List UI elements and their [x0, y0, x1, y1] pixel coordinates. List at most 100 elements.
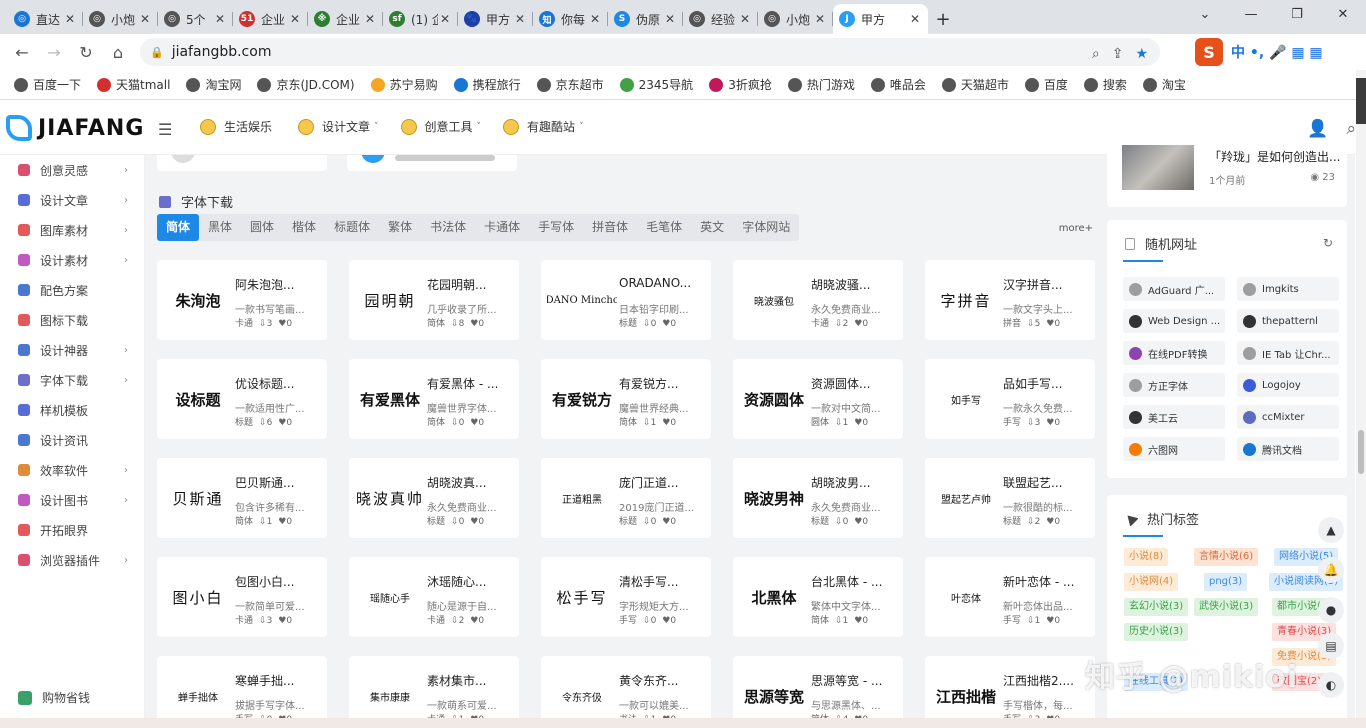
- bookmark-item[interactable]: 唯品会: [870, 76, 926, 93]
- page-scrollbar[interactable]: [1356, 70, 1366, 728]
- bookmark-star-icon[interactable]: ★: [1135, 46, 1148, 62]
- calendar-button[interactable]: ▤: [1318, 633, 1344, 659]
- nav-item[interactable]: 创意工具 ˅: [400, 118, 481, 135]
- font-title[interactable]: 联盟起艺...: [1003, 474, 1089, 491]
- font-category-tab[interactable]: 毛笔体: [637, 214, 691, 241]
- random-site-link[interactable]: 六图网: [1123, 437, 1225, 461]
- random-site-link[interactable]: 美工云: [1123, 405, 1225, 429]
- random-site-link[interactable]: Web Design ...: [1123, 309, 1225, 333]
- tab-close-icon[interactable]: ✕: [813, 12, 827, 26]
- font-card[interactable]: 晓波男神 胡晓波男... 永久免费商业... 标题 ⇩0 ♥0: [733, 458, 903, 538]
- hot-tag[interactable]: 小说(8): [1124, 548, 1169, 566]
- font-card[interactable]: 瑶随心手 沐瑶随心... 随心是源于自... 卡通 ⇩2 ♥0: [349, 557, 519, 637]
- menu-toggle-icon[interactable]: ☰: [158, 120, 172, 139]
- ime-toolbar[interactable]: 中 •, 🎤 ▦ ▦: [1231, 42, 1323, 62]
- theme-button[interactable]: ◐: [1318, 672, 1344, 698]
- font-card[interactable]: 晓波骚包 胡晓波骚... 永久免费商业... 卡通 ⇩2 ♥0: [733, 260, 903, 340]
- random-site-link[interactable]: AdGuard 广...: [1123, 277, 1225, 301]
- font-category-tab[interactable]: 拼音体: [583, 214, 637, 241]
- tab-close-icon[interactable]: ✕: [663, 12, 677, 26]
- font-card[interactable]: 设标题 优设标题... 一款适用性广... 标题 ⇩6 ♥0: [157, 359, 327, 439]
- browser-tab[interactable]: ◎ 直达 ✕: [8, 4, 83, 34]
- url-text[interactable]: jiafangbb.com: [172, 44, 272, 60]
- sidebar-item[interactable]: 创意灵感 ›: [0, 155, 144, 185]
- bookmark-item[interactable]: 百度一下: [14, 76, 81, 93]
- random-site-link[interactable]: 在线PDF转换: [1123, 341, 1225, 365]
- hot-tag[interactable]: 武侠小说(3): [1194, 598, 1259, 616]
- random-site-link[interactable]: ccMixter: [1237, 405, 1339, 429]
- restore-button[interactable]: ❐: [1274, 0, 1320, 30]
- font-category-tab[interactable]: 卡通体: [475, 214, 529, 241]
- browser-tab[interactable]: ◎ 经验 ✕: [683, 4, 758, 34]
- sidebar-item[interactable]: 图库素材 ›: [0, 215, 144, 245]
- hot-tag[interactable]: 玄幻小说(3): [1124, 598, 1189, 616]
- font-title[interactable]: 寒蝉手拙...: [235, 672, 321, 689]
- random-site-link[interactable]: 腾讯文档: [1237, 437, 1339, 461]
- font-title[interactable]: 胡晓波真...: [427, 474, 513, 491]
- browser-tab[interactable]: ※ 企业 ✕: [308, 4, 383, 34]
- bookmark-item[interactable]: 搜索: [1083, 76, 1127, 93]
- font-card[interactable]: 朱洵泡 阿朱泡泡... 一款书写笔画... 卡通 ⇩3 ♥0: [157, 260, 327, 340]
- font-title[interactable]: 思源等宽 - ...: [811, 672, 897, 689]
- hot-tag[interactable]: png(3): [1204, 573, 1248, 591]
- font-title[interactable]: 沐瑶随心...: [427, 573, 513, 590]
- recent-article[interactable]: 「羚珑」是如何创造出... 1个月前 ◉ 23: [1107, 145, 1347, 207]
- tab-close-icon[interactable]: ✕: [908, 12, 922, 26]
- font-card[interactable]: 盟起艺卢帅 联盟起艺... 一款很酷的标... 标题 ⇩2 ♥0: [925, 458, 1095, 538]
- browser-tab[interactable]: 知你每 ✕: [533, 4, 608, 34]
- font-title[interactable]: 素材集市...: [427, 672, 513, 689]
- font-category-tab[interactable]: 楷体: [283, 214, 325, 241]
- font-category-tab[interactable]: 简体: [157, 214, 200, 241]
- browser-tab[interactable]: ◎ 5个 ✕: [158, 4, 233, 34]
- font-title[interactable]: 巴贝斯通...: [235, 474, 321, 491]
- bookmark-item[interactable]: 百度: [1024, 76, 1068, 93]
- tab-close-icon[interactable]: ✕: [438, 12, 452, 26]
- share-icon[interactable]: ⇪: [1112, 46, 1124, 62]
- sogou-ime-icon[interactable]: S: [1195, 38, 1223, 66]
- home-button[interactable]: ⌂: [102, 43, 134, 62]
- font-card[interactable]: 如手写 品如手写... 一款永久免费... 手写 ⇩3 ♥0: [925, 359, 1095, 439]
- font-title[interactable]: 优设标题...: [235, 375, 321, 392]
- browser-tab[interactable]: 🐾 甲方 ✕: [458, 4, 533, 34]
- bookmark-item[interactable]: 携程旅行: [453, 76, 521, 93]
- font-title[interactable]: 清松手写...: [619, 573, 705, 590]
- bookmark-item[interactable]: 京东(JD.COM): [257, 76, 355, 93]
- font-category-tab[interactable]: 黑体: [199, 214, 241, 241]
- sidebar-item[interactable]: 样机模板: [0, 395, 144, 425]
- font-title[interactable]: 品如手写...: [1003, 375, 1089, 392]
- sidebar-item[interactable]: 开拓眼界: [0, 515, 144, 545]
- tab-search-icon[interactable]: ⌄: [1182, 0, 1228, 30]
- font-title[interactable]: 有爱锐方...: [619, 375, 705, 392]
- random-site-link[interactable]: 方正字体: [1123, 373, 1225, 397]
- bookmark-item[interactable]: 京东超市: [536, 76, 604, 93]
- nav-item[interactable]: 设计文章 ˅: [298, 118, 379, 135]
- font-card[interactable]: 园明朝 花园明朝... 几乎收录了所... 简体 ⇩8 ♥0: [349, 260, 519, 340]
- font-title[interactable]: 胡晓波骚...: [811, 276, 897, 293]
- sidebar-item[interactable]: 图标下载: [0, 305, 144, 335]
- sidebar-item[interactable]: 浏览器插件 ›: [0, 545, 144, 575]
- hot-tag[interactable]: 言情小说(6): [1194, 548, 1259, 566]
- font-category-tab[interactable]: 字体网站: [733, 214, 799, 241]
- font-title[interactable]: 黄令东齐...: [619, 672, 705, 689]
- font-category-tab[interactable]: 英文: [691, 214, 733, 241]
- browser-tab[interactable]: sf (1) 企 ✕: [383, 4, 458, 34]
- back-button[interactable]: ←: [6, 43, 38, 62]
- sidebar-item[interactable]: 字体下载 ›: [0, 365, 144, 395]
- tab-close-icon[interactable]: ✕: [738, 12, 752, 26]
- nav-item[interactable]: 有趣酷站 ˅: [503, 118, 584, 135]
- font-title[interactable]: 阿朱泡泡...: [235, 276, 321, 293]
- browser-tab[interactable]: ◎ 小炮 ✕: [83, 4, 158, 34]
- notification-button[interactable]: 🔔: [1318, 557, 1344, 583]
- font-title[interactable]: 台北黑体 - ...: [811, 573, 897, 590]
- font-card[interactable]: 图小白 包图小白... 一款简单可爱... 卡通 ⇩3 ♥0: [157, 557, 327, 637]
- bookmark-item[interactable]: 天猫tmall: [97, 76, 170, 93]
- hot-tag[interactable]: 历史小说(3): [1124, 623, 1189, 641]
- browser-tab[interactable]: ◎ 小炮 ✕: [758, 4, 833, 34]
- random-site-link[interactable]: IE Tab 让Chr...: [1237, 341, 1339, 365]
- font-title[interactable]: 花园明朝...: [427, 276, 513, 293]
- tab-close-icon[interactable]: ✕: [138, 12, 152, 26]
- more-link[interactable]: more+: [1059, 223, 1093, 234]
- tab-close-icon[interactable]: ✕: [513, 12, 527, 26]
- browser-tab[interactable]: 51 企业 ✕: [233, 4, 308, 34]
- hot-tag[interactable]: 小说网(4): [1124, 573, 1179, 591]
